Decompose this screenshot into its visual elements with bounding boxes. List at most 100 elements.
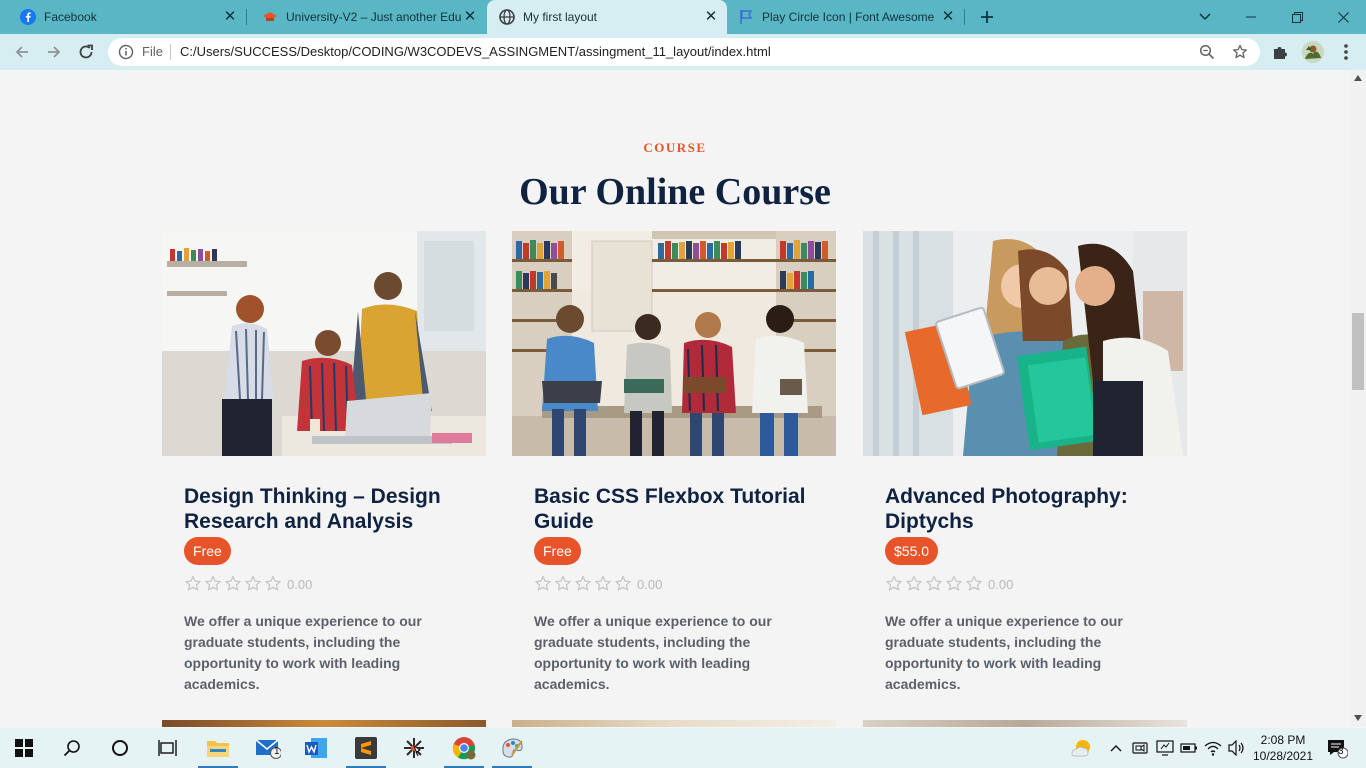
display-icon[interactable] xyxy=(1154,728,1176,768)
bookmark-star-icon[interactable] xyxy=(1232,44,1248,60)
star-outline-icon xyxy=(575,575,591,591)
star-outline-icon xyxy=(265,575,281,591)
tab-search-icon[interactable] xyxy=(1182,0,1228,34)
sublime-text-icon[interactable] xyxy=(342,728,390,768)
windows-taskbar: 1 2:08 PM 10/28/2021 3 xyxy=(0,728,1366,768)
next-course-image[interactable] xyxy=(512,720,836,727)
weather-icon[interactable] xyxy=(1068,728,1096,768)
course-image-students-library[interactable] xyxy=(512,231,836,456)
flag-icon xyxy=(738,9,754,25)
reload-button[interactable] xyxy=(72,38,100,66)
price-badge: Free xyxy=(184,537,231,565)
meet-now-icon[interactable] xyxy=(1130,728,1150,768)
star-outline-icon xyxy=(225,575,241,591)
next-course-image[interactable] xyxy=(162,720,486,727)
url-scheme: File xyxy=(142,44,163,59)
star-outline-icon xyxy=(535,575,551,591)
start-button[interactable] xyxy=(0,728,48,768)
task-view-icon[interactable] xyxy=(144,728,192,768)
menu-kebab-icon[interactable] xyxy=(1336,42,1356,62)
forward-button[interactable] xyxy=(40,38,68,66)
price-badge: $55.0 xyxy=(885,537,939,565)
rating: 0.00 xyxy=(885,575,1165,593)
minimize-button[interactable] xyxy=(1228,0,1274,34)
chevron-up-icon[interactable] xyxy=(1106,728,1126,768)
rating-value: 0.00 xyxy=(637,576,663,592)
tab-my-first-layout[interactable]: My first layout ✕ xyxy=(487,0,727,34)
taskbar-clock[interactable]: 2:08 PM 10/28/2021 xyxy=(1245,732,1321,764)
star-outline-icon xyxy=(615,575,631,591)
paint-icon[interactable] xyxy=(488,728,536,768)
url-text[interactable]: C:/Users/SUCCESS/Desktop/CODING/W3CODEVS… xyxy=(180,44,771,59)
star-outline-icon xyxy=(886,575,902,591)
cortana-icon[interactable] xyxy=(96,728,144,768)
tab-title: Facebook xyxy=(44,10,97,24)
profile-avatar[interactable] xyxy=(1302,41,1324,63)
course-card[interactable]: Advanced Photography: Diptychs $55.0 0.0… xyxy=(863,231,1187,695)
browser-toolbar: File C:/Users/SUCCESS/Desktop/CODING/W3C… xyxy=(0,34,1366,70)
new-tab-button[interactable] xyxy=(964,0,1010,34)
university-icon xyxy=(262,9,278,25)
wifi-icon[interactable] xyxy=(1202,728,1224,768)
star-outline-icon xyxy=(245,575,261,591)
section-eyebrow: COURSE xyxy=(643,140,707,155)
star-outline-icon xyxy=(906,575,922,591)
globe-icon xyxy=(499,9,515,25)
page-scrollbar[interactable] xyxy=(1350,70,1366,727)
close-tab-icon[interactable]: ✕ xyxy=(222,9,238,25)
close-tab-icon[interactable]: ✕ xyxy=(462,9,478,25)
rating-value: 0.00 xyxy=(988,576,1014,592)
course-title[interactable]: Design Thinking – Design Research and An… xyxy=(184,484,464,534)
rating: 0.00 xyxy=(184,575,464,593)
info-icon[interactable] xyxy=(118,44,134,60)
section-title: Our Online Course xyxy=(519,171,831,213)
restore-button[interactable] xyxy=(1274,0,1320,34)
close-window-button[interactable] xyxy=(1320,0,1366,34)
price-badge: Free xyxy=(534,537,581,565)
star-outline-icon xyxy=(966,575,982,591)
close-tab-icon[interactable]: ✕ xyxy=(703,9,719,25)
next-course-image[interactable] xyxy=(863,720,1187,727)
tab-university[interactable]: University-V2 – Just another Edu ✕ xyxy=(248,0,486,34)
course-card[interactable]: Basic CSS Flexbox Tutorial Guide Free 0.… xyxy=(512,231,836,695)
scroll-thumb[interactable] xyxy=(1352,313,1364,390)
rating: 0.00 xyxy=(534,575,814,593)
tab-strip: Facebook ✕ University-V2 – Just another … xyxy=(0,0,1366,34)
tab-separator xyxy=(246,9,247,25)
close-tab-icon[interactable]: ✕ xyxy=(940,9,956,25)
course-title[interactable]: Basic CSS Flexbox Tutorial Guide xyxy=(534,484,814,534)
course-description: We offer a unique experience to our grad… xyxy=(534,613,772,692)
battery-icon[interactable] xyxy=(1178,728,1200,768)
word-icon[interactable] xyxy=(292,728,340,768)
url-divider xyxy=(170,44,171,60)
star-outline-icon xyxy=(926,575,942,591)
back-button[interactable] xyxy=(8,38,36,66)
scroll-up-arrow-icon[interactable] xyxy=(1354,75,1362,81)
chrome-icon[interactable] xyxy=(440,728,488,768)
app-sparkle-icon[interactable] xyxy=(390,728,438,768)
scroll-down-arrow-icon[interactable] xyxy=(1354,715,1362,721)
mail-badge: 1 xyxy=(274,746,280,757)
address-bar[interactable]: File C:/Users/SUCCESS/Desktop/CODING/W3C… xyxy=(108,38,1260,66)
tab-title: University-V2 – Just another Edu xyxy=(286,10,462,24)
course-card[interactable]: Design Thinking – Design Research and An… xyxy=(162,231,486,695)
course-description: We offer a unique experience to our grad… xyxy=(885,613,1123,692)
star-outline-icon xyxy=(185,575,201,591)
tab-font-awesome[interactable]: Play Circle Icon | Font Awesome ✕ xyxy=(728,0,964,34)
mail-icon[interactable]: 1 xyxy=(244,728,292,768)
star-outline-icon xyxy=(946,575,962,591)
file-explorer-icon[interactable] xyxy=(194,728,242,768)
rating-value: 0.00 xyxy=(287,576,313,592)
course-title[interactable]: Advanced Photography: Diptychs xyxy=(885,484,1165,534)
notification-center-icon[interactable]: 3 xyxy=(1322,728,1352,768)
tab-title: Play Circle Icon | Font Awesome xyxy=(762,10,935,24)
course-image-students-laptop[interactable] xyxy=(162,231,486,456)
extensions-puzzle-icon[interactable] xyxy=(1270,42,1290,62)
clock-time: 2:08 PM xyxy=(1260,733,1306,747)
search-icon[interactable] xyxy=(48,728,96,768)
tab-facebook[interactable]: Facebook ✕ xyxy=(8,0,246,34)
clock-date: 10/28/2021 xyxy=(1252,749,1314,763)
course-image-students-tablet[interactable] xyxy=(863,231,1187,456)
star-outline-icon xyxy=(595,575,611,591)
zoom-icon[interactable] xyxy=(1199,44,1215,60)
